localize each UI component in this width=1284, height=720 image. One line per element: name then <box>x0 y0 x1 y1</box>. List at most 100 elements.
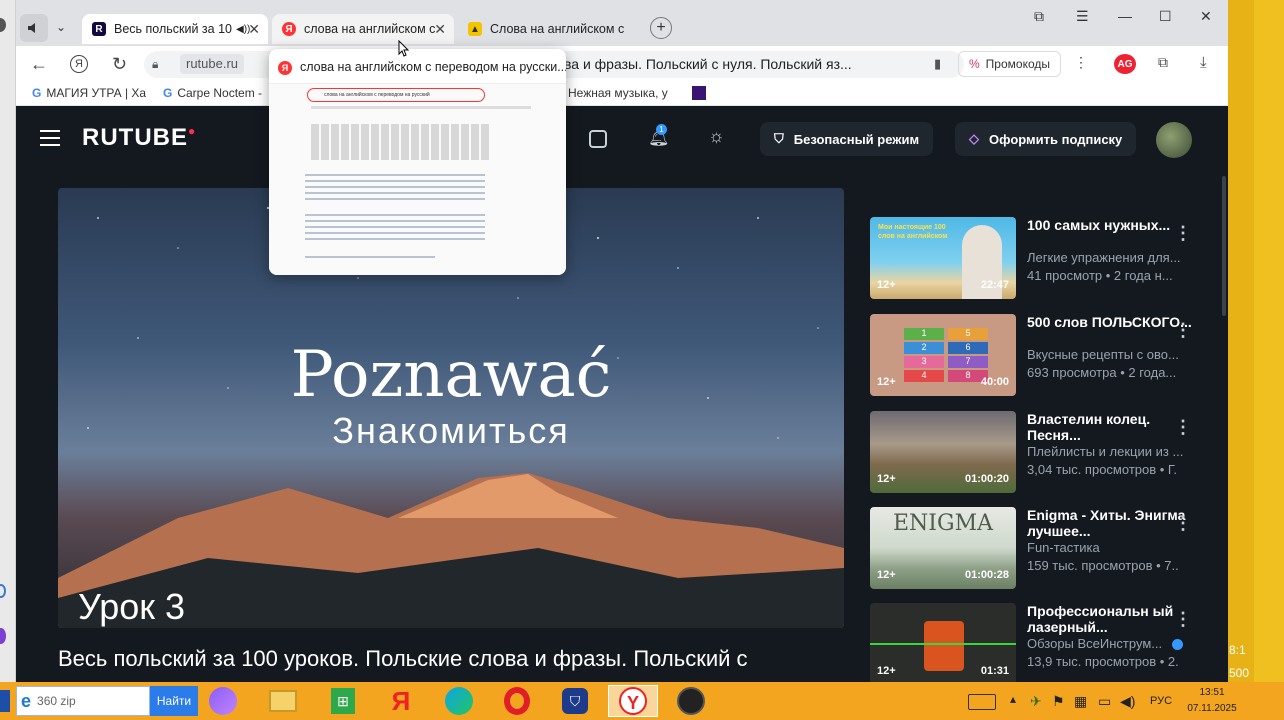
recommendation-item[interactable]: Мои настоящие 100 слов на английском 12+… <box>870 217 1228 299</box>
tab-yandex-search[interactable]: Я слова на английском с ✕ <box>272 14 454 44</box>
tab-list-chevron-icon[interactable]: ⌄ <box>56 20 66 34</box>
recommendation-channel: Обзоры ВсеИнструм... <box>1027 636 1207 651</box>
rutube-page: RUTUBE● 🔔︎ 1 ☼ ⛉ Безопасный режим ◇ Офор… <box>16 106 1228 682</box>
keyboard-icon[interactable] <box>968 694 996 710</box>
side-icon <box>0 628 6 644</box>
bookmark-item[interactable]: G Carpe Noctem - <box>163 86 262 100</box>
laser-level-image <box>924 621 964 671</box>
language-indicator[interactable]: РУС <box>1150 695 1172 707</box>
search-placeholder: 360 zip <box>37 694 76 708</box>
profile-badge-icon[interactable]: AG <box>1114 54 1136 74</box>
rutube-icon: R <box>92 22 106 36</box>
scrollbar[interactable] <box>1222 176 1226 316</box>
bookmark-play-icon[interactable] <box>692 86 706 100</box>
browser-toolbar: ← Я ↻ 🔒︎ rutube.ru ва и фразы. Польский … <box>16 46 1228 82</box>
recommendation-item[interactable]: ENIGMA 12+ 01:00:28 Enigma - Хиты. Энигм… <box>870 507 1228 589</box>
recommendation-title: Властелин колец. Песня... <box>1027 411 1151 443</box>
explorer-app-icon[interactable] <box>258 685 308 717</box>
opera-app-icon[interactable] <box>492 685 542 717</box>
bookmark-label: Carpe Noctem - <box>177 86 263 100</box>
tab-images[interactable]: ▲ Слова на английском с пе <box>458 14 636 44</box>
collections-icon[interactable]: ⧉ <box>1034 8 1044 25</box>
age-rating: 12+ <box>877 376 896 388</box>
theme-toggle-icon[interactable]: ☼ <box>708 126 725 147</box>
taskbar-search-input[interactable]: e 360 zip <box>16 686 150 716</box>
more-options-icon[interactable]: ⋮ <box>1174 223 1192 244</box>
yandex-home-icon[interactable]: Я <box>70 55 88 73</box>
obs-app-icon[interactable] <box>666 685 716 717</box>
edge-app-icon[interactable] <box>434 685 484 717</box>
more-options-icon[interactable]: ⋮ <box>1174 417 1192 438</box>
bookmark-icon[interactable]: ▮ <box>934 56 941 72</box>
maximize-icon[interactable]: ☐ <box>1159 8 1172 25</box>
close-tab-icon[interactable]: ✕ <box>248 21 260 38</box>
more-options-icon[interactable]: ⋮ <box>1174 513 1192 534</box>
hamburger-menu-icon[interactable] <box>40 130 60 146</box>
tab-audio-button[interactable] <box>20 14 48 42</box>
minimize-icon[interactable]: — <box>1118 8 1132 24</box>
start-button[interactable] <box>0 690 10 712</box>
safe-mode-button[interactable]: ⛉ Безопасный режим <box>760 122 934 156</box>
alice-app-icon[interactable] <box>198 685 248 717</box>
preview-images <box>311 124 491 160</box>
left-edge-panel <box>0 0 16 682</box>
bookmark-item[interactable]: ♪ Нежная музыка, у <box>558 86 668 100</box>
safe-mode-label: Безопасный режим <box>793 131 920 147</box>
more-icon[interactable]: ⋮ <box>1074 54 1088 71</box>
bookmark-item[interactable]: G МАГИЯ УТРА | Ха <box>32 86 146 100</box>
yandex-browser-app-icon[interactable]: Я <box>376 685 426 717</box>
age-rating: 12+ <box>877 279 896 291</box>
extensions-icon[interactable]: ⧉ <box>1158 54 1168 71</box>
notifications-icon[interactable]: 🔔︎ 1 <box>648 124 670 148</box>
network-icon[interactable]: ▭ <box>1098 693 1111 710</box>
shield-icon: ⛉ <box>774 131 784 146</box>
logo-dot-icon: ● <box>188 124 197 138</box>
rutube-logo[interactable]: RUTUBE● <box>82 124 196 152</box>
more-options-icon[interactable]: ⋮ <box>1174 609 1192 630</box>
show-hidden-icons[interactable]: ▴ <box>1010 692 1016 706</box>
tab-rutube[interactable]: R Весь польский за 10 ◀)) ✕ <box>82 14 268 44</box>
tray-icon[interactable]: ▦ <box>1074 693 1087 710</box>
vpn-app-icon[interactable]: ⛉ <box>550 685 600 717</box>
promo-button[interactable]: % Промокоды <box>958 51 1061 77</box>
preview-title: слова на английском с переводом на русск… <box>300 60 566 74</box>
reload-icon[interactable]: ↻ <box>112 54 127 75</box>
back-icon[interactable]: ← <box>30 54 48 75</box>
avatar[interactable] <box>1156 122 1192 158</box>
close-tab-icon[interactable]: ✕ <box>434 21 446 38</box>
recommendation-channel: Легкие упражнения для... <box>1027 250 1181 265</box>
download-icon[interactable]: ⤓ <box>1200 54 1207 71</box>
upload-icon[interactable] <box>589 130 607 148</box>
thumb-number: 3 <box>904 356 944 368</box>
thumb-number: 6 <box>948 342 988 354</box>
close-window-icon[interactable]: ✕ <box>1200 8 1212 25</box>
video-thumbnail: ENIGMA 12+ 01:00:28 <box>870 507 1016 589</box>
duration: 01:00:20 <box>964 473 1009 485</box>
recommendation-item[interactable]: 12+ 01:00:20 Властелин колец. Песня... П… <box>870 411 1228 493</box>
recommendation-item[interactable]: 15 26 37 48 12+ 40:00 500 слов ПОЛЬСКОГО… <box>870 314 1228 396</box>
duration: 01:31 <box>980 665 1009 677</box>
tab-title: слова на английском с <box>304 22 436 36</box>
recommendation-title: 500 слов ПОЛЬСКОГО... <box>1027 314 1192 330</box>
yandex-app-icon[interactable]: Y <box>608 685 658 717</box>
volume-icon[interactable]: ◀) <box>1120 693 1135 710</box>
tab-bar: ⌄ R Весь польский за 10 ◀)) ✕ Я слова на… <box>16 0 1228 46</box>
clock-time[interactable]: 13:51 <box>1186 687 1238 698</box>
new-tab-button[interactable]: + <box>650 17 672 39</box>
video-thumbnail: 15 26 37 48 12+ 40:00 <box>870 314 1016 396</box>
recommendation-item[interactable]: 12+ 01:31 Профессиональн ый лазерный... … <box>870 603 1228 682</box>
tray-icon[interactable]: ✈ <box>1030 693 1042 710</box>
tab-preview-popup: Я слова на английском с переводом на рус… <box>269 49 566 275</box>
recommendation-channel: Fun-тастика <box>1027 540 1100 555</box>
subscribe-button[interactable]: ◇ Оформить подписку <box>955 122 1137 156</box>
hero-subtitle: Знакомиться <box>332 410 570 451</box>
clock-date[interactable]: 07.11.2025 <box>1186 703 1238 714</box>
google-icon: G <box>163 86 173 100</box>
preview-tabs <box>311 106 531 109</box>
more-options-icon[interactable]: ⋮ <box>1174 320 1192 341</box>
yandex-icon: Я <box>282 22 296 36</box>
menu-icon[interactable]: ☰ <box>1076 8 1089 25</box>
store-app-icon[interactable]: ⊞ <box>318 685 368 717</box>
taskbar-search-button[interactable]: Найти <box>150 686 198 716</box>
tray-icon[interactable]: ⚑ <box>1052 693 1065 710</box>
